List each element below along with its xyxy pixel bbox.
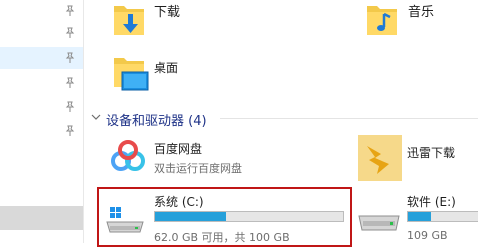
- chevron-down-icon: [91, 114, 101, 120]
- nav-item-selected[interactable]: [0, 47, 83, 69]
- xunlei-tile[interactable]: 迅雷下载: [355, 134, 478, 184]
- desktop-folder-icon: [114, 58, 149, 91]
- music-folder[interactable]: 音乐: [355, 0, 478, 45]
- baidu-netdisk-subtitle: 双击运行百度网盘: [154, 162, 242, 175]
- desktop-folder[interactable]: 桌面: [100, 50, 280, 100]
- baidu-netdisk-tile[interactable]: 百度网盘 双击运行百度网盘: [100, 134, 350, 182]
- devices-group-header[interactable]: 设备和驱动器 (4): [90, 108, 478, 129]
- software-drive-name: 软件 (E:): [407, 195, 456, 209]
- music-label: 音乐: [408, 5, 435, 20]
- downloads-folder-icon: [114, 6, 144, 35]
- desktop-label: 桌面: [154, 61, 179, 75]
- nav-item-pinned[interactable]: [0, 72, 83, 94]
- nav-item-hover[interactable]: [0, 206, 83, 230]
- pin-icon: [65, 77, 75, 88]
- navigation-pane: [0, 0, 83, 243]
- downloads-folder[interactable]: 下载: [100, 0, 280, 45]
- xunlei-name: 迅雷下载: [407, 146, 456, 160]
- xunlei-icon: [358, 135, 402, 181]
- software-drive-tile[interactable]: 软件 (E:) 109 GB: [355, 190, 478, 243]
- pin-icon: [65, 101, 75, 112]
- software-drive-usage-fill: [408, 212, 432, 221]
- baidu-netdisk-icon: [111, 140, 145, 171]
- baidu-netdisk-name: 百度网盘: [154, 142, 203, 156]
- pin-icon: [65, 52, 75, 63]
- software-drive-space: 109 GB: [407, 229, 448, 242]
- pin-icon: [65, 125, 75, 136]
- group-divider-line: [220, 118, 478, 119]
- software-drive-usage-bar: [407, 211, 478, 222]
- pin-icon: [65, 27, 75, 38]
- nav-item-pinned[interactable]: [0, 120, 83, 142]
- nav-item-pinned[interactable]: [0, 0, 83, 22]
- drive-e-icon: [358, 215, 400, 231]
- pane-divider: [83, 0, 84, 243]
- nav-item-pinned[interactable]: [0, 22, 83, 44]
- nav-item-pinned[interactable]: [0, 96, 83, 118]
- highlight-box: [97, 187, 352, 247]
- music-folder-icon: [367, 6, 397, 35]
- devices-group-title: 设备和驱动器 (4): [106, 114, 207, 129]
- pin-icon: [65, 5, 75, 16]
- downloads-label: 下载: [154, 5, 181, 20]
